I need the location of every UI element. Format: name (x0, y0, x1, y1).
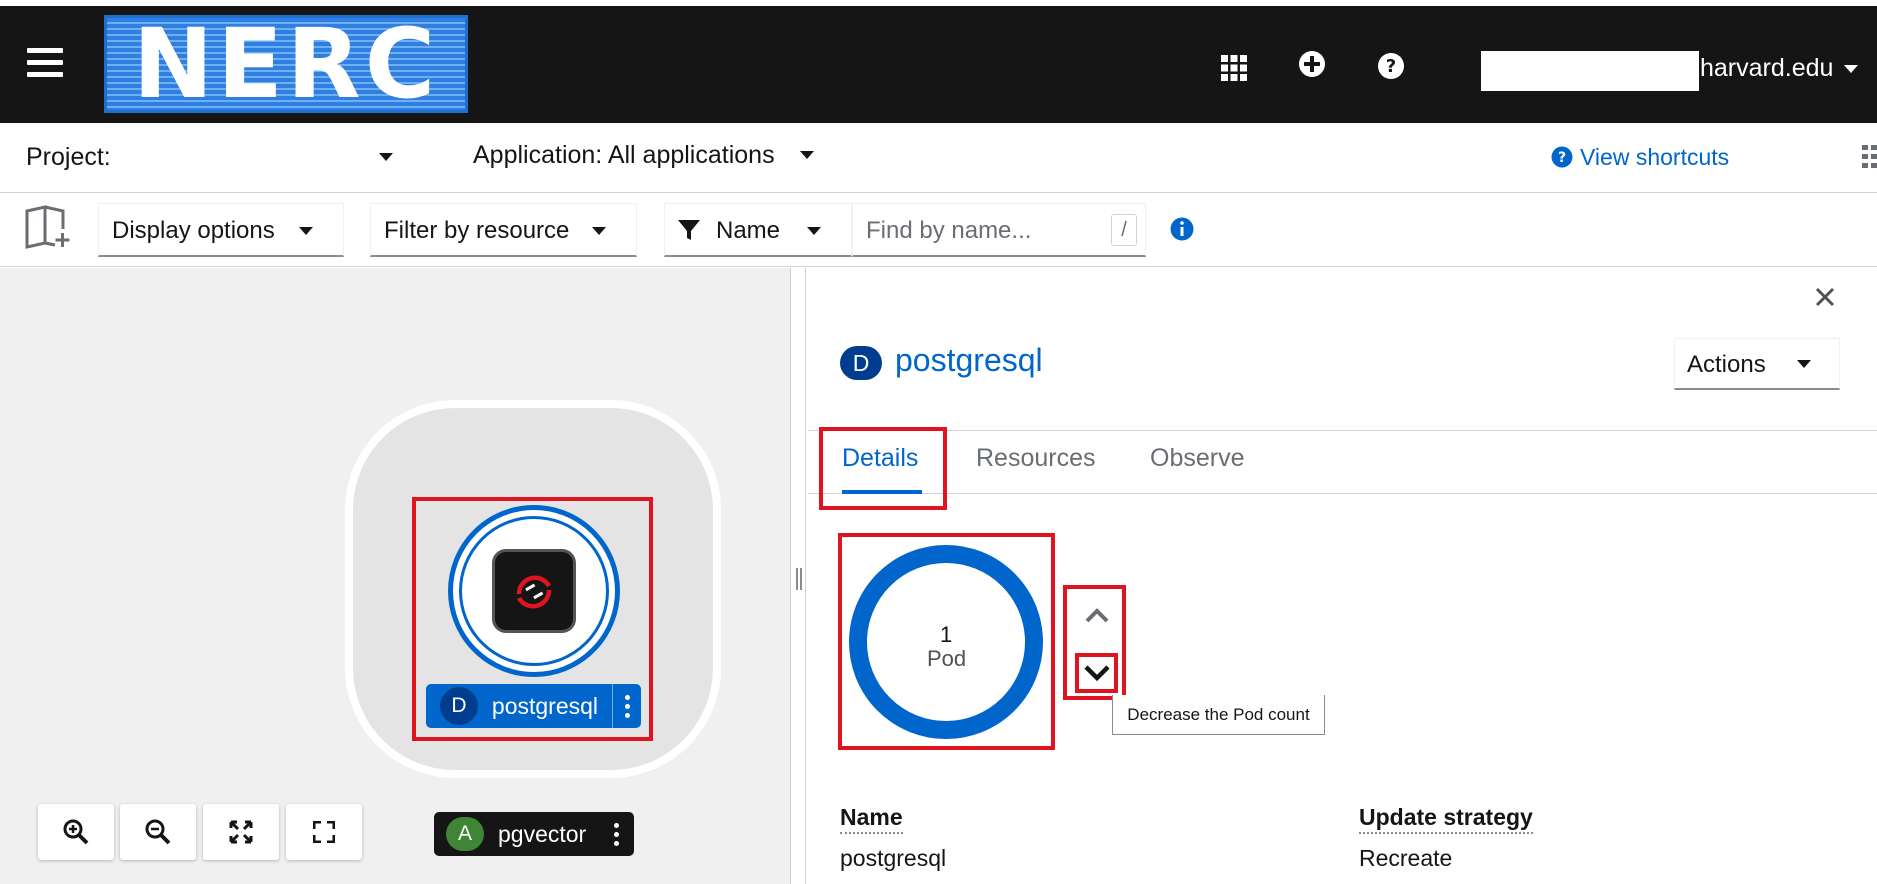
project-selector[interactable]: Project: (26, 143, 111, 172)
project-caret-icon[interactable] (379, 153, 393, 161)
decrease-pod-count-icon[interactable] (1083, 663, 1111, 683)
tab-details[interactable]: Details (842, 444, 918, 473)
plus-circle-icon[interactable] (1298, 50, 1326, 78)
filter-by-resource-label: Filter by resource (384, 217, 570, 244)
name-field-value: postgresql (840, 845, 947, 871)
user-domain[interactable]: harvard.edu (1700, 54, 1833, 83)
decrease-pod-tooltip: Decrease the Pod count (1112, 695, 1325, 735)
resource-title[interactable]: postgresql (895, 342, 1043, 379)
filter-type-select[interactable]: Name (664, 203, 852, 257)
increase-pod-count-icon[interactable] (1084, 606, 1110, 624)
deployment-node-label[interactable]: D postgresql (426, 684, 641, 728)
title-divider (808, 430, 1877, 431)
help-circle-icon[interactable]: ? (1551, 146, 1573, 168)
pod-label: Pod (927, 646, 967, 671)
pod-count: 1 (940, 622, 953, 647)
filter-icon (678, 220, 700, 240)
masthead: NERC ? harvard.edu (0, 6, 1877, 123)
close-icon[interactable] (1815, 287, 1835, 307)
display-options-caret-icon (299, 227, 313, 235)
list-view-icon[interactable] (1862, 145, 1877, 169)
topology-canvas[interactable] (0, 268, 790, 884)
application-name: pgvector (498, 820, 587, 847)
hamburger-menu-icon[interactable] (27, 48, 63, 82)
nerc-logo[interactable]: NERC (104, 15, 468, 113)
resource-kind-badge: D (840, 346, 882, 380)
svg-text:?: ? (1386, 56, 1396, 77)
fit-to-screen-button[interactable] (203, 804, 279, 860)
svg-text:?: ? (1558, 150, 1566, 166)
name-field-label: Name (840, 804, 903, 834)
update-strategy-value: Recreate (1359, 845, 1453, 871)
deployment-kebab-icon[interactable] (613, 684, 641, 728)
tabs-divider (808, 493, 1877, 494)
tab-details-underline (842, 490, 922, 494)
zoom-in-icon (63, 819, 89, 845)
info-icon[interactable] (1170, 217, 1194, 241)
zoom-out-button[interactable] (120, 804, 196, 860)
filter-type-caret-icon (807, 227, 821, 235)
application-selector[interactable]: Application: All applications (473, 141, 775, 170)
tab-resources[interactable]: Resources (976, 444, 1096, 473)
update-strategy-label: Update strategy (1359, 804, 1533, 834)
view-shortcuts-link[interactable]: View shortcuts (1580, 144, 1729, 171)
display-options-label: Display options (112, 217, 275, 244)
filter-by-resource-caret-icon (592, 227, 606, 235)
application-label[interactable]: A pgvector (434, 812, 634, 856)
filter-type-label: Name (716, 217, 781, 244)
application-kebab-icon[interactable] (602, 812, 630, 856)
question-circle-icon[interactable]: ? (1377, 52, 1405, 80)
deployment-badge: D (440, 687, 478, 725)
filter-by-resource-select[interactable]: Filter by resource (370, 203, 637, 257)
quick-search-book-icon[interactable] (25, 205, 71, 249)
application-badge: A (446, 817, 484, 851)
fullscreen-corners-icon (313, 821, 335, 843)
panel-resize-handle[interactable] (790, 268, 806, 884)
logo-text: NERC (132, 15, 440, 113)
actions-caret-icon (1797, 360, 1811, 368)
openshift-swirl-icon (516, 575, 552, 609)
project-bar: Project: Application: All applications ?… (0, 123, 1877, 193)
find-by-name-placeholder: Find by name... (866, 217, 1032, 244)
actions-dropdown[interactable]: Actions (1674, 338, 1840, 390)
search-shortcut-key: / (1111, 214, 1137, 246)
deployment-node-name: postgresql (491, 692, 599, 719)
application-caret-icon[interactable] (800, 151, 814, 159)
expand-arrows-icon (229, 820, 253, 844)
zoom-in-button[interactable] (38, 804, 114, 860)
display-options-select[interactable]: Display options (98, 203, 344, 257)
tab-observe[interactable]: Observe (1150, 444, 1244, 473)
reset-view-button[interactable] (286, 804, 362, 860)
zoom-out-icon (145, 819, 171, 845)
openshift-logo-icon[interactable] (492, 549, 576, 633)
user-name-redacted[interactable] (1481, 51, 1699, 91)
user-menu-caret-icon[interactable] (1844, 65, 1858, 73)
actions-label: Actions (1687, 351, 1766, 378)
topology-toolbar: Display options Filter by resource Name … (0, 193, 1877, 267)
find-by-name-input[interactable]: Find by name... / (852, 203, 1146, 257)
grid-icon[interactable] (1220, 54, 1248, 82)
